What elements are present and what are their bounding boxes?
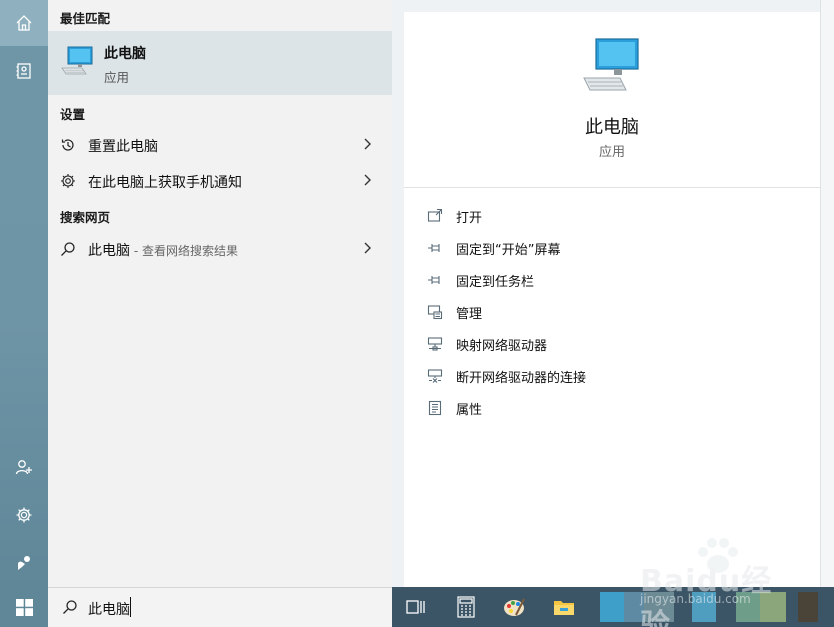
windows-logo-icon [15,598,33,616]
home-button[interactable] [0,0,48,46]
search-results-pane: 最佳匹配 此电脑 应用 设置 重置此电脑 在此电脑上获取手机通知 搜索网页 此电… [48,0,392,587]
properties-icon [428,400,442,416]
account-button[interactable] [0,444,48,490]
settings-item-label: 在此电脑上获取手机通知 [88,175,242,191]
action-map-drive[interactable]: 映射网络驱动器 [404,329,820,359]
settings-item-reset-pc[interactable]: 重置此电脑 [48,128,392,162]
background-window-edge [820,0,834,587]
settings-button[interactable] [0,492,48,538]
feedback-icon [18,556,30,570]
action-label: 固定到“开始”屏幕 [456,243,561,258]
action-label: 打开 [456,211,483,226]
search-icon [63,600,77,614]
pin-icon [428,276,440,284]
this-pc-icon [61,46,93,75]
open-icon [427,208,443,222]
chevron-right-icon [364,138,371,150]
person-add-icon [15,460,32,475]
action-disconnect-drive[interactable]: 断开网络驱动器的连接 [404,361,820,391]
web-search-hint: - 查看网络搜索结果 [130,244,238,258]
action-properties[interactable]: 属性 [404,393,820,423]
network-drive-icon [427,337,443,351]
start-button[interactable] [0,587,48,627]
taskbar-app[interactable] [760,592,786,622]
action-pin-start[interactable]: 固定到“开始”屏幕 [404,233,820,263]
app-type: 应用 [598,145,625,160]
paint-icon[interactable] [502,595,526,619]
action-label: 固定到任务栏 [456,275,535,290]
gear-icon [16,507,32,523]
app-detail-panel: 此电脑 应用 打开 固定到“开始”屏幕 固定到任务栏 管理 映射网络驱动器 断开… [404,12,820,587]
action-label: 属性 [456,403,483,418]
calculator-icon[interactable] [454,595,478,619]
settings-item-phone-notifications[interactable]: 在此电脑上获取手机通知 [48,164,392,198]
taskbar-app[interactable] [736,592,760,622]
settings-header: 设置 [60,107,86,122]
web-search-header: 搜索网页 [60,210,111,225]
taskbar-app[interactable] [798,592,818,622]
manage-icon [427,305,443,320]
gear-icon [61,174,75,188]
action-manage[interactable]: 管理 [404,297,820,327]
start-rail [0,0,48,587]
notebook-button[interactable] [0,48,48,94]
best-match-name: 此电脑 [104,46,146,62]
file-explorer-icon[interactable] [552,595,576,619]
action-label: 管理 [456,307,483,322]
taskbar-app[interactable] [624,592,644,622]
feedback-button[interactable] [0,540,48,586]
action-label: 映射网络驱动器 [456,339,548,354]
action-pin-taskbar[interactable]: 固定到任务栏 [404,265,820,295]
best-match-header: 最佳匹配 [60,11,111,26]
web-search-label: 此电脑 [88,243,130,259]
action-label: 断开网络驱动器的连接 [456,371,587,386]
task-view-icon[interactable] [404,595,428,619]
search-box[interactable]: 此电脑 [48,587,392,627]
settings-item-label: 重置此电脑 [88,139,158,155]
history-icon [61,139,74,151]
disconnect-drive-icon [427,369,443,383]
search-icon [61,242,75,256]
home-icon [16,15,32,31]
text-caret [130,597,131,617]
web-search-text: 此电脑 - 查看网络搜索结果 [88,240,238,260]
web-search-item[interactable]: 此电脑 - 查看网络搜索结果 [48,232,392,266]
divider [404,187,820,188]
this-pc-large-icon [583,38,639,91]
action-open[interactable]: 打开 [404,201,820,231]
pin-icon [428,244,440,252]
app-title: 此电脑 [585,117,639,138]
taskbar-app[interactable] [692,592,716,622]
taskbar-app[interactable] [600,592,624,622]
chevron-right-icon [364,174,371,186]
search-query[interactable]: 此电脑 [88,599,130,619]
chevron-right-icon [364,242,371,254]
taskbar [392,587,834,627]
notebook-icon [16,63,31,79]
start-menu-search: 最佳匹配 此电脑 应用 设置 重置此电脑 在此电脑上获取手机通知 搜索网页 此电… [0,0,834,627]
best-match-type: 应用 [104,70,130,85]
best-match-item[interactable]: 此电脑 应用 [48,31,392,95]
taskbar-app[interactable] [644,592,674,622]
